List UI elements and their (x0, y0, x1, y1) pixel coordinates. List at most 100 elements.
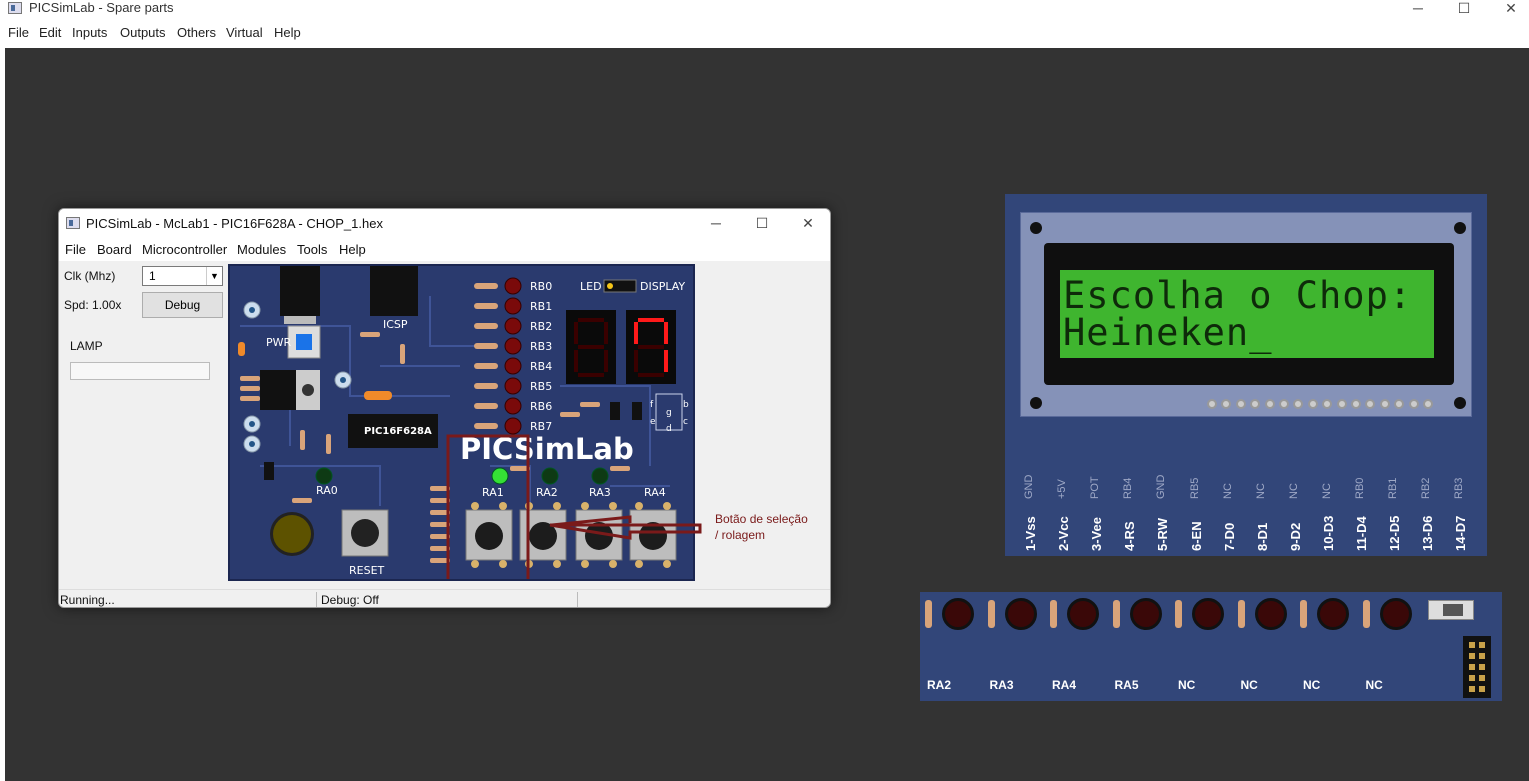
menu-inputs[interactable]: Inputs (72, 25, 107, 40)
rb-resistor (474, 283, 498, 289)
lcd-pin (1307, 399, 1318, 409)
connector-pin (1469, 664, 1475, 670)
board-window-title-bar: PICSimLab - McLab1 - PIC16F628A - CHOP_1… (59, 209, 830, 239)
bar-led-label: NC (1303, 678, 1321, 692)
led-switch-label: LED (580, 280, 602, 293)
lcd-pin-name: 3-Vee (1089, 517, 1105, 551)
board-close-button[interactable]: ✕ (785, 215, 830, 233)
power-switch-cap[interactable] (296, 334, 312, 350)
menu-help[interactable]: Help (274, 25, 301, 40)
minimize-button[interactable]: ─ (1395, 0, 1441, 18)
bar-led (1317, 598, 1349, 630)
lcd-pin (1379, 399, 1390, 409)
lcd-pin-label: NC 10-D3 (1320, 469, 1337, 551)
connector-pin (1479, 686, 1485, 692)
lcd-pin-name: 7-D0 (1221, 522, 1237, 551)
rb-led-label: RB1 (530, 300, 552, 313)
icsp-label: ICSP (383, 318, 408, 331)
slide-switch[interactable] (1428, 600, 1474, 620)
rb-led (504, 337, 522, 355)
bar-resistor (925, 600, 932, 628)
bar-led-label: NC (1178, 678, 1196, 692)
status-separator (316, 592, 317, 607)
lcd-pin-name: 6-EN (1188, 521, 1204, 551)
lcd-pin-name: 10-D3 (1320, 515, 1336, 551)
svg-text:d: d (666, 424, 672, 434)
rb-led (504, 277, 522, 295)
lcd-screen: Escolha o Chop: Heineken_ (1060, 270, 1434, 358)
lcd-pcb: Escolha o Chop: Heineken_ (1020, 212, 1472, 417)
close-button[interactable]: ✕ (1488, 0, 1529, 18)
ra-led-label: RA0 (316, 484, 338, 497)
lcd-pin-name: 11-D4 (1354, 516, 1369, 551)
lcd-pin-signal: RB2 (1420, 477, 1433, 499)
connector-pin (1479, 642, 1485, 648)
regulator-top (280, 266, 320, 316)
svg-text:f: f (650, 400, 654, 410)
display-switch-label: DISPLAY (640, 280, 685, 293)
bar-led-label: RA4 (1052, 678, 1077, 692)
status-running: Running... (60, 593, 115, 607)
bar-resistor (1050, 600, 1057, 628)
lcd-pin-name: 14-D7 (1453, 515, 1469, 551)
clk-select[interactable]: 1 ▼ (142, 266, 223, 286)
bar-led-label: RA2 (927, 678, 952, 692)
board-menu-microcontroller[interactable]: Microcontroller (142, 242, 227, 257)
lcd-pin-signal: POT (1089, 476, 1102, 499)
lcd-pin-label: NC 9-D2 (1287, 469, 1304, 551)
lcd-pin-label: GND 5-RW (1155, 469, 1171, 551)
pin-connector (1463, 636, 1491, 698)
maximize-button[interactable]: ☐ (1441, 0, 1487, 18)
board-maximize-button[interactable]: ☐ (739, 215, 785, 233)
menu-file[interactable]: File (8, 25, 29, 40)
pic-chip-label: PIC16F628A (364, 426, 432, 437)
connector-pin (1469, 653, 1475, 659)
mount-hole (1454, 397, 1466, 409)
lcd-pin (1264, 399, 1275, 409)
chevron-down-icon[interactable]: ▼ (206, 267, 222, 285)
push-button-cap[interactable] (475, 522, 503, 550)
lcd-pin-label: NC 7-D0 (1221, 469, 1238, 551)
debug-button[interactable]: Debug (142, 292, 223, 318)
lcd-pin (1279, 399, 1289, 409)
svg-text:c: c (683, 417, 688, 427)
lcd-pin-signal: RB5 (1188, 477, 1201, 499)
menu-edit[interactable]: Edit (39, 25, 61, 40)
board-minimize-button[interactable]: ─ (693, 215, 739, 233)
lcd-pin-name: 4-RS (1122, 521, 1138, 551)
rb-led-label: RB6 (530, 400, 552, 413)
mount-hole (1030, 222, 1042, 234)
lcd-pin-name: 9-D2 (1287, 522, 1303, 551)
rb-resistor (474, 423, 498, 429)
bar-resistor (1112, 600, 1120, 628)
ra-led (315, 467, 333, 485)
menu-virtual[interactable]: Virtual (226, 25, 263, 40)
clk-value: 1 (149, 269, 156, 283)
bar-led-label: RA5 (1114, 678, 1139, 692)
bar-led (1254, 598, 1287, 630)
board-menu-tools[interactable]: Tools (297, 242, 327, 257)
lcd-bezel: Escolha o Chop: Heineken_ (1044, 243, 1454, 385)
board-menu-file[interactable]: File (65, 242, 86, 257)
rb-resistor (474, 323, 498, 329)
lcd-pin (1423, 399, 1433, 409)
annotation-arrow (549, 515, 702, 540)
lcd-pin (1408, 399, 1419, 409)
board-menu-modules[interactable]: Modules (237, 242, 286, 257)
board-menu-board[interactable]: Board (97, 242, 132, 257)
led-switch-bar: RA2 RA3 RA4 RA5 NC NC NC NC (920, 592, 1502, 701)
lcd-pin-signal: NC (1320, 483, 1333, 499)
menu-outputs[interactable]: Outputs (120, 25, 166, 40)
menu-others[interactable]: Others (177, 25, 216, 40)
lcd-pin-name: 12-D5 (1387, 515, 1403, 551)
bar-led (1192, 598, 1224, 630)
lcd-pin (1365, 399, 1376, 409)
rb-led (504, 357, 522, 375)
board-menu-help[interactable]: Help (339, 242, 366, 257)
annotation-line-1: Botão de seleção (715, 512, 808, 526)
svg-text:b: b (683, 400, 689, 410)
lcd-pin-name: 8-D1 (1254, 522, 1270, 551)
bar-led (1379, 598, 1412, 630)
rb-led-label: RB0 (530, 280, 552, 293)
lcd-pin-name: 2-Vcc (1056, 516, 1072, 551)
